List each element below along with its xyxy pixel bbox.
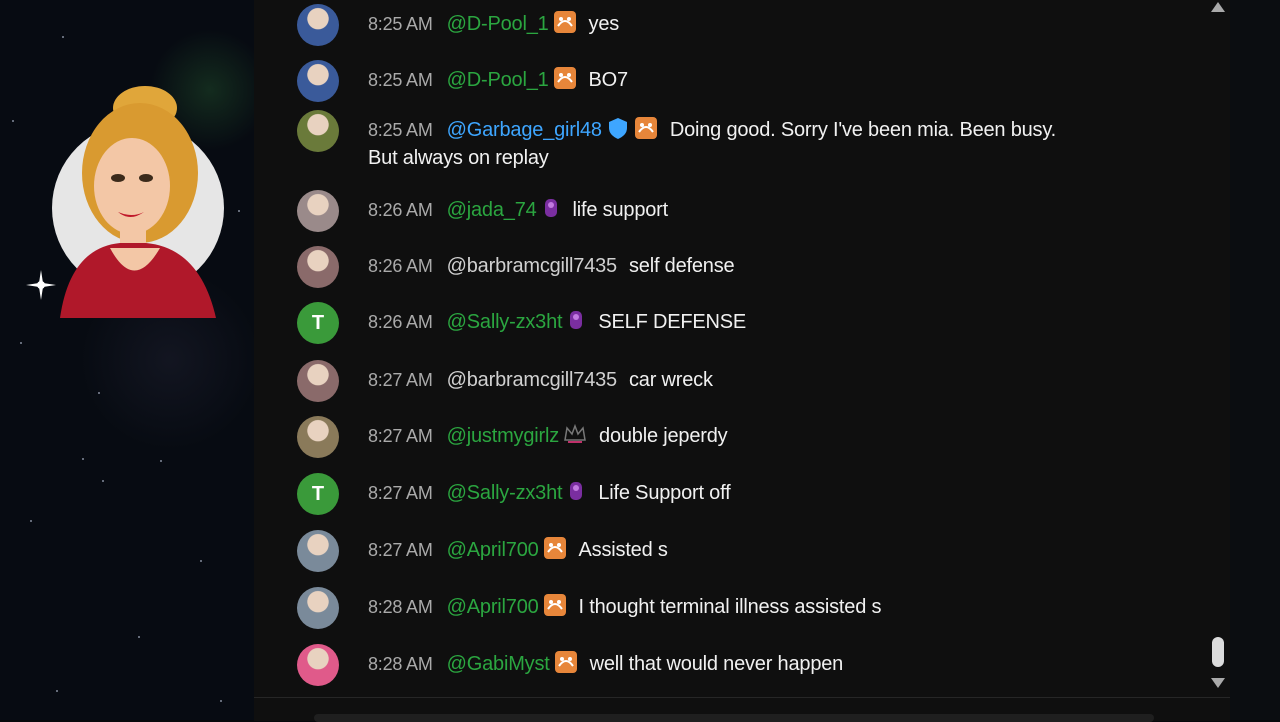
message-timestamp: 8:26 AM [368, 312, 433, 332]
chat-message: 8:26 AM @jada_74 life support [254, 190, 1214, 234]
message-text: yes [588, 13, 620, 35]
chat-message: T 8:26 AM @Sally-zx3ht SELF DEFENSE [254, 302, 1214, 346]
member-badge-icon [570, 311, 583, 329]
chat-message: 8:25 AM @D-Pool_1 BO7 [254, 60, 1214, 104]
message-author[interactable]: @Sally-zx3ht [447, 311, 563, 333]
moderator-shield-icon [608, 118, 627, 139]
avatar[interactable] [297, 60, 339, 102]
member-badge-icon [570, 482, 583, 500]
message-text: Life Support off [598, 482, 731, 504]
streamer-cartoon-avatar [52, 86, 224, 318]
chat-message: T 8:27 AM @Sally-zx3ht Life Support off [254, 473, 1214, 517]
message-text-continued: But always on replay [368, 147, 549, 169]
message-text: Doing good. Sorry I've been mia. Been bu… [669, 119, 1057, 141]
chat-message: 8:27 AM @justmygirlz double jeperdy [254, 416, 1214, 460]
chat-message: 8:28 AM @GabiMyst well that would never ha… [254, 644, 1214, 688]
avatar[interactable]: T [297, 473, 339, 515]
message-text: life support [572, 199, 669, 221]
message-text: well that would never happen [589, 653, 844, 675]
message-timestamp: 8:25 AM [368, 70, 433, 90]
crown-badge-icon [564, 423, 586, 443]
message-timestamp: 8:28 AM [368, 654, 433, 674]
message-text: car wreck [628, 369, 713, 391]
message-author[interactable]: @justmygirlz [447, 425, 560, 447]
message-text: I thought terminal illness assisted s [578, 596, 882, 618]
chat-message: 8:28 AM @April700 I thought terminal illne… [254, 587, 1214, 631]
wat-the-badge-icon [553, 67, 576, 89]
stream-overlay-panel [0, 0, 254, 720]
message-timestamp: 8:26 AM [368, 200, 433, 220]
chat-message: 8:25 AM @D-Pool_1 yes [254, 4, 1214, 48]
message-author[interactable]: @jada_74 [447, 199, 537, 221]
message-timestamp: 8:27 AM [368, 540, 433, 560]
wat-the-badge-icon [634, 117, 657, 139]
message-timestamp: 8:27 AM [368, 426, 433, 446]
message-text: double jeperdy [599, 425, 728, 447]
wat-the-badge-icon [543, 594, 566, 616]
avatar[interactable] [297, 190, 339, 232]
avatar[interactable] [297, 416, 339, 458]
chat-scrollbar-thumb[interactable] [1212, 637, 1224, 667]
scroll-down-icon[interactable] [1210, 676, 1226, 690]
message-author[interactable]: @barbramcgill7435 [447, 255, 618, 277]
wat-the-badge-icon [543, 537, 566, 559]
message-author[interactable]: @D-Pool_1 [447, 69, 549, 91]
right-edge-panel [1230, 0, 1280, 720]
scroll-up-icon[interactable] [1210, 0, 1226, 14]
message-author[interactable]: @barbramcgill7435 [447, 369, 618, 391]
avatar[interactable] [297, 246, 339, 288]
message-timestamp: 8:27 AM [368, 483, 433, 503]
avatar[interactable] [297, 644, 339, 686]
message-timestamp: 8:26 AM [368, 256, 433, 276]
message-timestamp: 8:27 AM [368, 370, 433, 390]
sparkle-cursor-icon [26, 270, 56, 300]
chat-message: 8:27 AM @barbramcgill7435 car wreck [254, 360, 1214, 404]
chat-message: 8:25 AM @Garbage_girl48 Doing good. Sorry … [254, 110, 1214, 180]
message-text: SELF DEFENSE [598, 311, 747, 333]
chat-input-area[interactable] [254, 697, 1230, 722]
chat-message: 8:26 AM @barbramcgill7435 self defense [254, 246, 1214, 290]
message-timestamp: 8:25 AM [368, 14, 433, 34]
message-timestamp: 8:25 AM [368, 120, 433, 140]
live-chat-panel: 8:25 AM @D-Pool_1 yes 8:25 AM @D-Pool_1 BO7 8:… [254, 0, 1230, 697]
message-author[interactable]: @Sally-zx3ht [447, 482, 563, 504]
avatar[interactable] [297, 360, 339, 402]
message-author[interactable]: @D-Pool_1 [447, 13, 549, 35]
message-timestamp: 8:28 AM [368, 597, 433, 617]
message-text: BO7 [588, 69, 629, 91]
message-text: self defense [628, 255, 735, 277]
message-author[interactable]: @April700 [447, 539, 539, 561]
member-badge-icon [544, 199, 557, 217]
message-text: Assisted s [578, 539, 668, 561]
chat-input-placeholder-bar[interactable] [314, 714, 1154, 722]
wat-the-badge-icon [554, 651, 577, 673]
message-author[interactable]: @April700 [447, 596, 539, 618]
avatar[interactable] [297, 4, 339, 46]
message-author[interactable]: @GabiMyst [447, 653, 550, 675]
avatar[interactable] [297, 530, 339, 572]
avatar[interactable] [297, 110, 339, 152]
wat-the-badge-icon [553, 11, 576, 33]
avatar[interactable] [297, 587, 339, 629]
chat-message: 8:27 AM @April700 Assisted s [254, 530, 1214, 574]
avatar[interactable]: T [297, 302, 339, 344]
message-author[interactable]: @Garbage_girl48 [447, 119, 602, 141]
